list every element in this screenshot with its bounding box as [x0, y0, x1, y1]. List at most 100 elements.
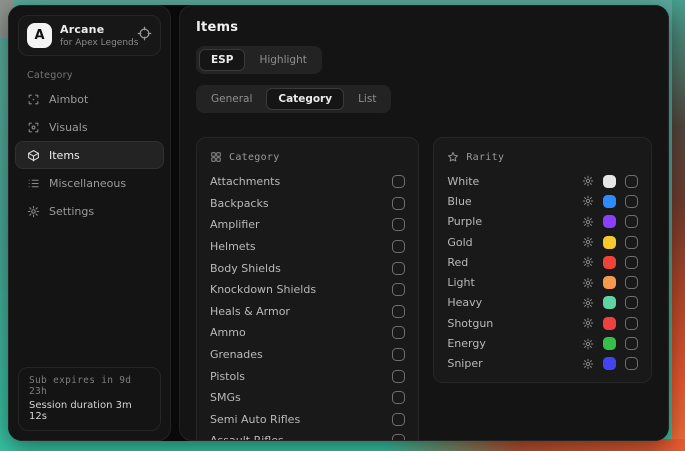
rarity-checkbox[interactable] [625, 296, 638, 309]
sidebar-nav: Aimbot Visuals ItemsMiscellaneous Settings [9, 85, 170, 225]
rarity-row: Gold [447, 232, 638, 252]
category-label: Heals & Armor [210, 305, 290, 318]
rarity-settings-gear-icon[interactable] [582, 256, 594, 268]
session-info-box: Sub expires in 9d 23h Session duration 3… [18, 367, 161, 431]
panels-row: Category AttachmentsBackpacksAmplifierHe… [196, 137, 652, 441]
category-checkbox[interactable] [392, 434, 405, 441]
category-label: Pistols [210, 370, 245, 383]
rarity-settings-gear-icon[interactable] [582, 175, 594, 187]
rarity-row: Light [447, 272, 638, 292]
rarity-checkbox[interactable] [625, 317, 638, 330]
rarity-label: Shotgun [447, 317, 573, 330]
category-label: Amplifier [210, 218, 260, 231]
rarity-label: Light [447, 276, 573, 289]
category-label: Helmets [210, 240, 256, 253]
tab-category[interactable]: Category [266, 88, 344, 110]
category-row: SMGs [210, 387, 405, 409]
main-content: Items ESPHighlight GeneralCategoryList C… [179, 5, 669, 441]
rarity-checkbox[interactable] [625, 236, 638, 249]
sidebar-section-label: Category [27, 70, 170, 81]
category-checkbox[interactable] [392, 240, 405, 253]
view-tabs: GeneralCategoryList [196, 85, 391, 113]
rarity-row: Shotgun [447, 313, 638, 333]
category-row: Body Shields [210, 257, 405, 279]
brand-subtitle: for Apex Legends [60, 38, 129, 48]
app-window: A Arcane for Apex Legends Category Aimbo… [8, 5, 669, 441]
sidebar-item-label: Settings [49, 205, 94, 218]
rarity-settings-gear-icon[interactable] [582, 216, 594, 228]
rarity-label: Gold [447, 236, 573, 249]
sidebar-item-miscellaneous[interactable]: Miscellaneous [15, 169, 164, 197]
category-checkbox[interactable] [392, 218, 405, 231]
rarity-color-swatch[interactable] [603, 195, 616, 208]
rarity-label: Energy [447, 337, 573, 350]
sidebar-item-label: Visuals [49, 121, 88, 134]
rarity-checkbox[interactable] [625, 337, 638, 350]
category-label: Grenades [210, 348, 263, 361]
rarity-row: Blue [447, 191, 638, 211]
tab-highlight[interactable]: Highlight [247, 49, 318, 71]
category-row: Helmets [210, 236, 405, 258]
page-title: Items [196, 20, 652, 35]
rarity-color-swatch[interactable] [603, 337, 616, 350]
star-icon [447, 151, 459, 163]
rarity-checkbox[interactable] [625, 175, 638, 188]
category-row: Heals & Armor [210, 301, 405, 323]
rarity-color-swatch[interactable] [603, 296, 616, 309]
rarity-row: Sniper [447, 354, 638, 374]
rarity-checkbox[interactable] [625, 215, 638, 228]
rarity-checkbox[interactable] [625, 195, 638, 208]
category-panel: Category AttachmentsBackpacksAmplifierHe… [196, 137, 419, 441]
rarity-color-swatch[interactable] [603, 175, 616, 188]
category-label: Backpacks [210, 197, 269, 210]
category-row: Pistols [210, 365, 405, 387]
category-checkbox[interactable] [392, 262, 405, 275]
tab-esp[interactable]: ESP [199, 49, 245, 71]
category-row: Grenades [210, 344, 405, 366]
rarity-settings-gear-icon[interactable] [582, 338, 594, 350]
category-row: Assault Rifles [210, 430, 405, 441]
tab-general[interactable]: General [199, 88, 264, 110]
rarity-checkbox[interactable] [625, 256, 638, 269]
category-row: Amplifier [210, 214, 405, 236]
rarity-settings-gear-icon[interactable] [582, 358, 594, 370]
rarity-settings-gear-icon[interactable] [582, 297, 594, 309]
category-checkbox[interactable] [392, 175, 405, 188]
category-checkbox[interactable] [392, 391, 405, 404]
rarity-checkbox[interactable] [625, 357, 638, 370]
rarity-settings-gear-icon[interactable] [582, 317, 594, 329]
brand-name: Arcane [60, 23, 129, 36]
target-icon[interactable] [137, 26, 152, 45]
category-checkbox[interactable] [392, 197, 405, 210]
category-checkbox[interactable] [392, 370, 405, 383]
category-label: Attachments [210, 175, 280, 188]
sidebar: A Arcane for Apex Legends Category Aimbo… [8, 5, 171, 441]
rarity-settings-gear-icon[interactable] [582, 195, 594, 207]
category-checkbox[interactable] [392, 283, 405, 296]
grid-icon [210, 151, 222, 163]
rarity-panel-header: Rarity [466, 152, 504, 163]
tab-list[interactable]: List [346, 88, 388, 110]
rarity-label: White [447, 175, 573, 188]
rarity-row: Energy [447, 333, 638, 353]
sidebar-item-items[interactable]: Items [15, 141, 164, 169]
category-checkbox[interactable] [392, 348, 405, 361]
rarity-color-swatch[interactable] [603, 357, 616, 370]
category-checkbox[interactable] [392, 305, 405, 318]
rarity-label: Heavy [447, 296, 573, 309]
rarity-color-swatch[interactable] [603, 317, 616, 330]
category-checkbox[interactable] [392, 413, 405, 426]
sidebar-item-settings[interactable]: Settings [15, 197, 164, 225]
rarity-color-swatch[interactable] [603, 215, 616, 228]
sidebar-item-aimbot[interactable]: Aimbot [15, 85, 164, 113]
rarity-color-swatch[interactable] [603, 276, 616, 289]
sidebar-item-visuals[interactable]: Visuals [15, 113, 164, 141]
rarity-color-swatch[interactable] [603, 236, 616, 249]
rarity-checkbox[interactable] [625, 276, 638, 289]
category-row: Semi Auto Rifles [210, 409, 405, 431]
rarity-settings-gear-icon[interactable] [582, 277, 594, 289]
category-label: Assault Rifles [210, 434, 284, 441]
rarity-settings-gear-icon[interactable] [582, 236, 594, 248]
category-checkbox[interactable] [392, 326, 405, 339]
rarity-color-swatch[interactable] [603, 256, 616, 269]
